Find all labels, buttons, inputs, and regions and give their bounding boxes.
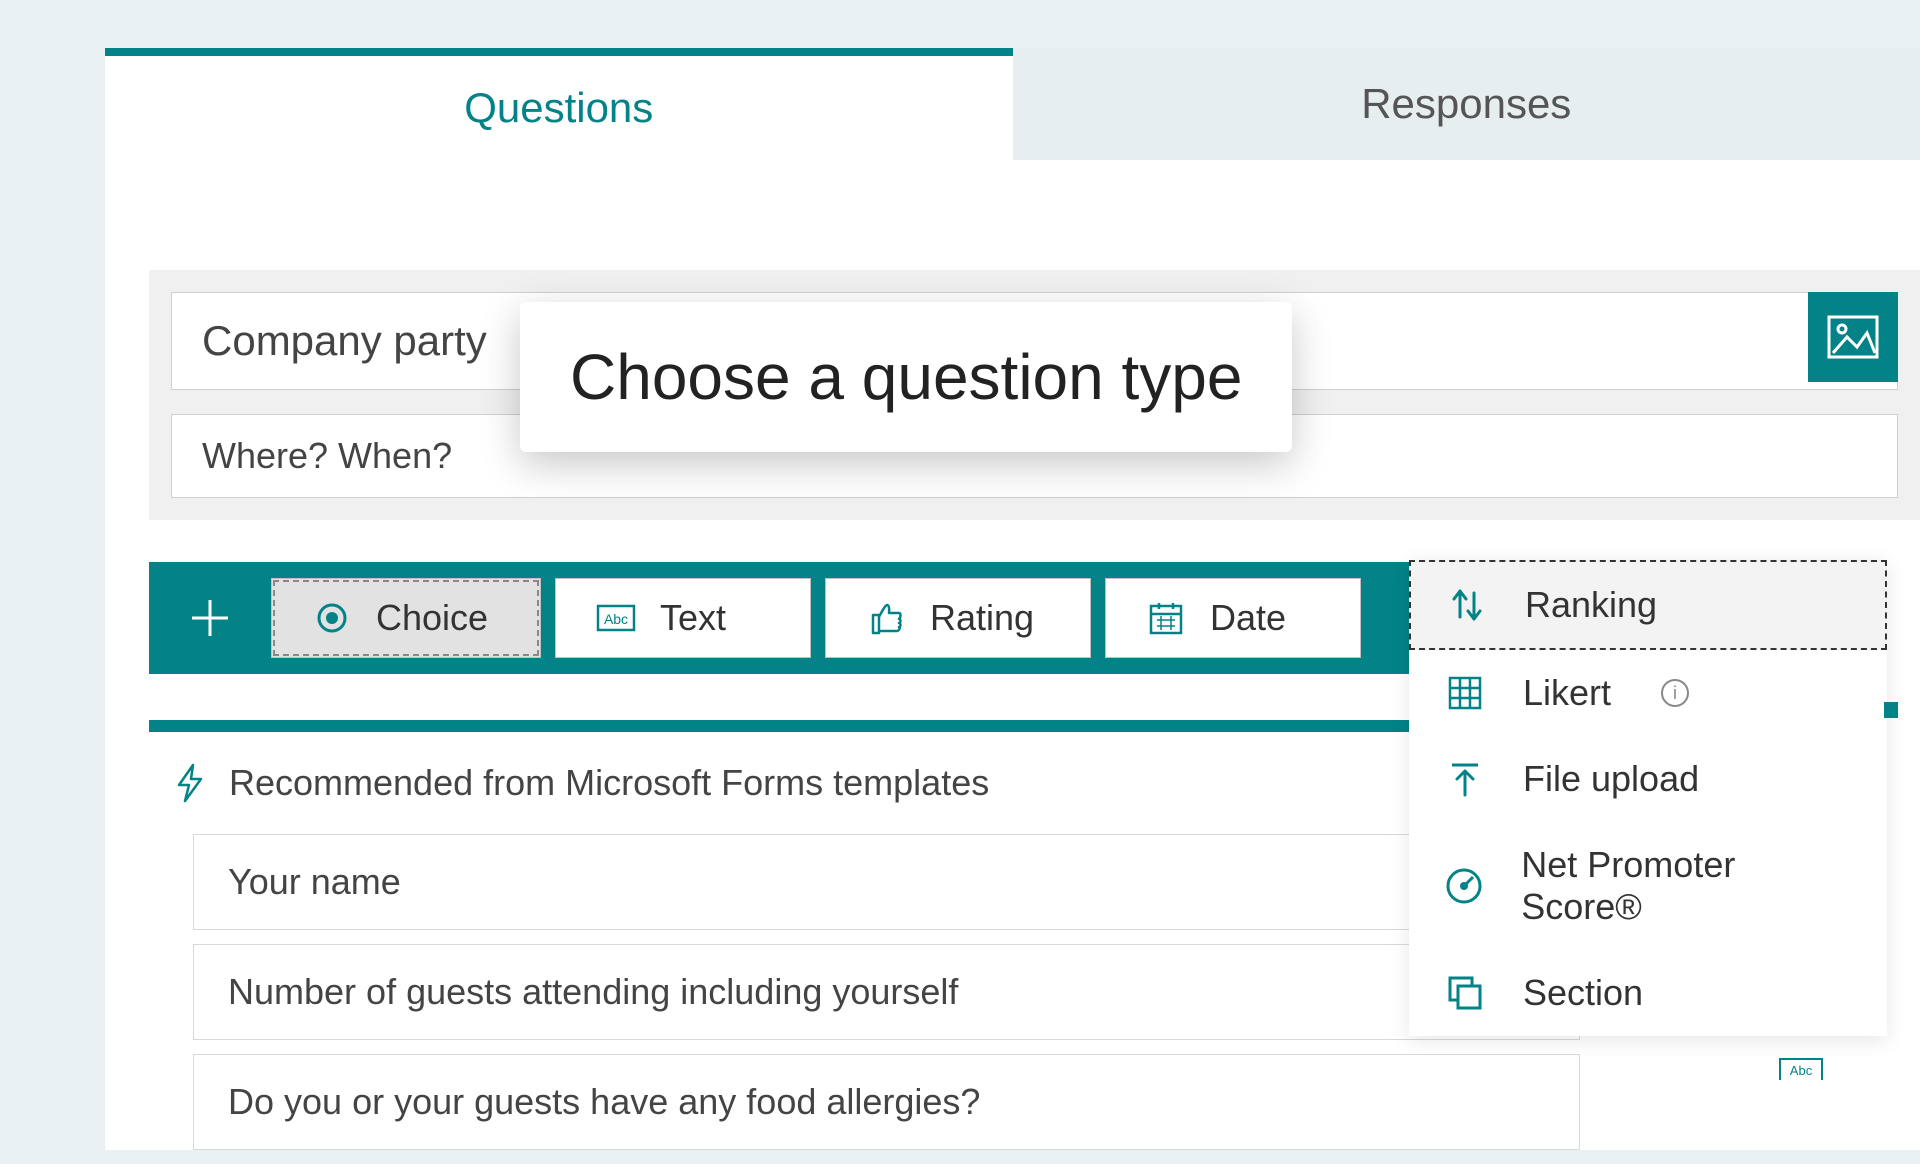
qtype-text-label: Text	[660, 597, 726, 639]
dropdown-likert[interactable]: Likert i	[1409, 650, 1887, 736]
qtype-rating-button[interactable]: Rating	[825, 578, 1091, 658]
info-icon[interactable]: i	[1661, 679, 1689, 707]
recommendation-text: Number of guests attending including you…	[228, 971, 958, 1012]
svg-text:Abc: Abc	[604, 611, 628, 627]
form-title-text: Company party	[202, 317, 487, 364]
question-type-dropdown: Ranking Likert i File upload	[1409, 560, 1887, 1036]
qtype-date-button[interactable]: Date	[1105, 578, 1361, 658]
text-abc-icon: Abc	[596, 598, 636, 638]
form-description-text: Where? When?	[202, 435, 452, 476]
ranking-icon	[1447, 585, 1487, 625]
qtype-text-button[interactable]: Abc Text	[555, 578, 811, 658]
dropdown-section[interactable]: Section	[1409, 950, 1887, 1036]
tab-bar: Questions Responses	[105, 48, 1920, 160]
radio-icon	[312, 598, 352, 638]
divider-extension	[1884, 702, 1898, 718]
dropdown-likert-label: Likert	[1523, 672, 1611, 714]
section-divider	[149, 720, 1505, 732]
tooltip-text: Choose a question type	[570, 341, 1242, 413]
insert-image-button[interactable]	[1808, 292, 1898, 382]
qtype-rating-label: Rating	[930, 597, 1034, 639]
recommendation-text: Do you or your guests have any food alle…	[228, 1081, 980, 1122]
qtype-choice-button[interactable]: Choice	[271, 578, 541, 658]
qtype-date-label: Date	[1210, 597, 1286, 639]
likert-grid-icon	[1445, 673, 1485, 713]
dropdown-nps[interactable]: Net Promoter Score®	[1409, 822, 1887, 950]
tab-questions-label: Questions	[464, 84, 653, 132]
abc-badge: Abc	[1779, 1058, 1823, 1080]
tooltip-callout: Choose a question type	[520, 302, 1292, 452]
calendar-icon	[1146, 598, 1186, 638]
tab-questions[interactable]: Questions	[105, 48, 1013, 160]
thumbs-up-icon	[866, 598, 906, 638]
gauge-icon	[1445, 866, 1483, 906]
recommendation-item[interactable]: Do you or your guests have any food alle…	[193, 1054, 1580, 1150]
upload-icon	[1445, 759, 1485, 799]
recommendation-text: Your name	[228, 861, 401, 902]
dropdown-ranking-label: Ranking	[1525, 584, 1657, 626]
lightning-icon	[175, 763, 205, 803]
recommendation-item[interactable]: Your name	[193, 834, 1580, 930]
svg-text:Abc: Abc	[1790, 1063, 1813, 1078]
dropdown-ranking[interactable]: Ranking	[1409, 560, 1887, 650]
tab-responses-label: Responses	[1361, 80, 1571, 128]
dropdown-fileupload-label: File upload	[1523, 758, 1699, 800]
question-type-toolbar: Choice Abc Text Rating	[149, 562, 1505, 674]
dropdown-section-label: Section	[1523, 972, 1643, 1014]
dropdown-file-upload[interactable]: File upload	[1409, 736, 1887, 822]
dropdown-nps-label: Net Promoter Score®	[1521, 844, 1851, 928]
section-icon	[1445, 973, 1485, 1013]
add-question-button[interactable]	[149, 562, 271, 674]
qtype-choice-label: Choice	[376, 597, 488, 639]
plus-icon	[186, 594, 234, 642]
tab-responses[interactable]: Responses	[1013, 48, 1920, 160]
recommendation-item[interactable]: Number of guests attending including you…	[193, 944, 1580, 1040]
image-icon	[1827, 315, 1879, 359]
recommendations-header-text: Recommended from Microsoft Forms templat…	[229, 762, 989, 804]
